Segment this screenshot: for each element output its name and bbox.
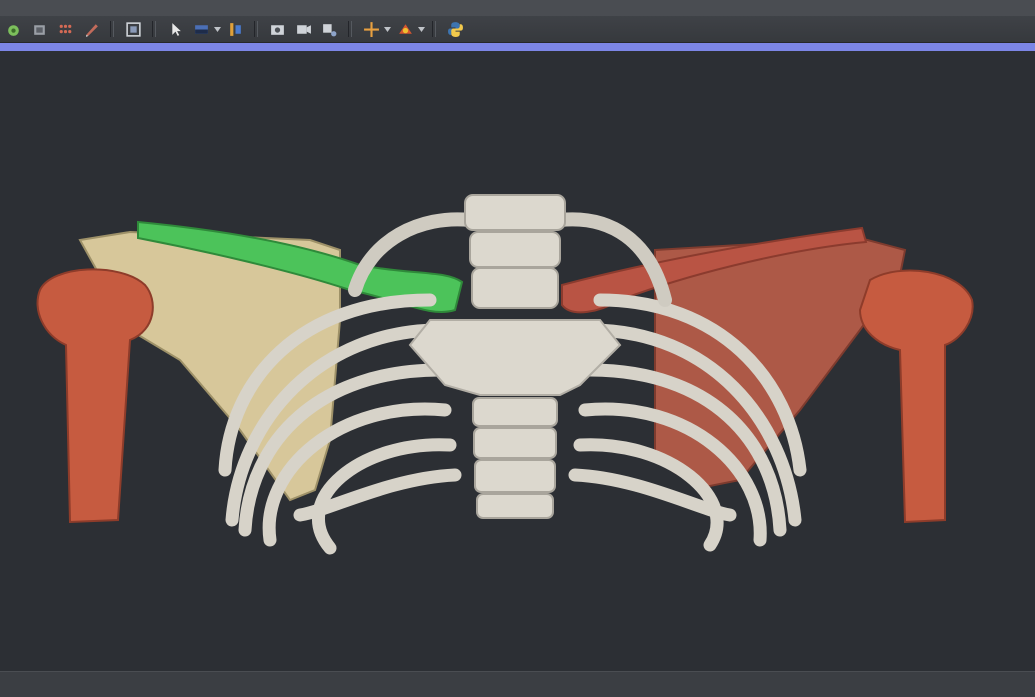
crosshair-layout-button[interactable] xyxy=(223,18,247,40)
screenshot-icon xyxy=(270,24,284,35)
main-toolbar xyxy=(0,16,1035,43)
fiducial-dropdown[interactable] xyxy=(416,18,426,40)
markups-icon xyxy=(59,24,71,33)
edit-icon xyxy=(85,23,98,37)
title-strip xyxy=(0,0,1035,17)
chevron-down-icon xyxy=(417,26,425,32)
humerus-right xyxy=(858,269,974,524)
window-level-button[interactable] xyxy=(189,18,213,40)
edit-button[interactable] xyxy=(79,18,103,40)
chevron-down-icon xyxy=(213,26,221,32)
dicom-button[interactable] xyxy=(27,18,51,40)
record-icon xyxy=(322,23,336,36)
sternum xyxy=(408,319,622,396)
screenshot-button[interactable] xyxy=(265,18,289,40)
capture-icon xyxy=(296,24,311,34)
crosshair-layout-icon xyxy=(229,22,241,36)
fiducial-button[interactable] xyxy=(393,18,417,40)
capture-button[interactable] xyxy=(291,18,315,40)
toolbar-separator xyxy=(432,21,436,37)
select-pointer-icon xyxy=(171,22,181,36)
layout-icon xyxy=(125,21,141,37)
toolbar-separator xyxy=(348,21,352,37)
select-pointer-button[interactable] xyxy=(163,18,187,40)
crosshair-button[interactable] xyxy=(359,18,383,40)
chevron-down-icon xyxy=(383,26,391,32)
3d-render xyxy=(36,194,974,555)
humerus-left xyxy=(36,268,154,524)
crosshair-dropdown[interactable] xyxy=(382,18,392,40)
layout-button[interactable] xyxy=(121,18,145,40)
load-data-button[interactable] xyxy=(1,18,25,40)
3d-view[interactable] xyxy=(0,51,1035,671)
toolbar-separator xyxy=(254,21,258,37)
status-bar xyxy=(0,671,1035,697)
window-level-dropdown[interactable] xyxy=(212,18,222,40)
toolbar-separator xyxy=(152,21,156,37)
crosshair-icon xyxy=(363,21,379,37)
fiducial-icon xyxy=(398,23,412,34)
markups-button[interactable] xyxy=(53,18,77,40)
window-level-icon xyxy=(194,24,208,34)
python-icon xyxy=(447,21,463,37)
record-button[interactable] xyxy=(317,18,341,40)
python-console-button[interactable] xyxy=(443,18,467,40)
toolbar-separator xyxy=(110,21,114,37)
dicom-icon xyxy=(33,24,45,35)
load-data-icon xyxy=(7,24,19,36)
layout-accent-bar xyxy=(0,43,1035,51)
